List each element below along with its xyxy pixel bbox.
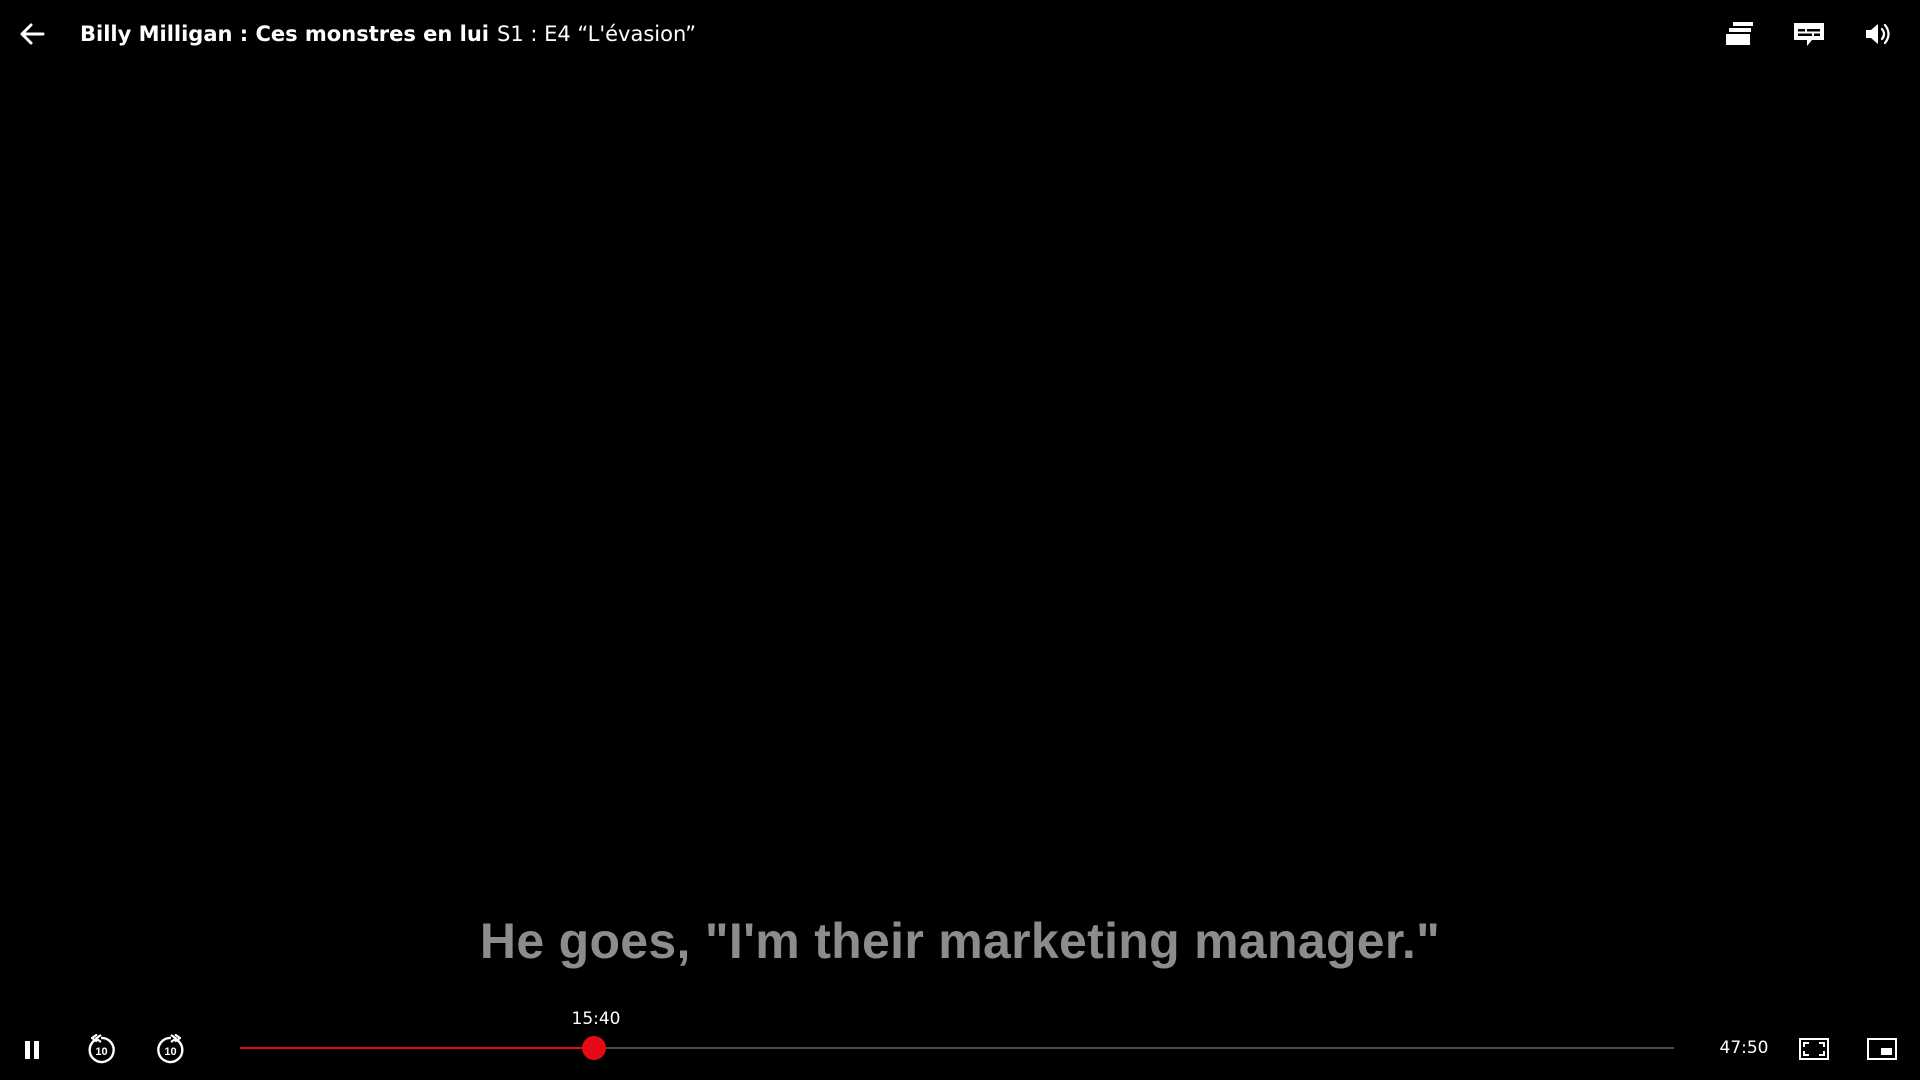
current-time-tooltip: 15:40 <box>571 1009 621 1029</box>
rewind-10-button[interactable]: 10 <box>81 1030 121 1070</box>
forward-seconds-label: 10 <box>164 1046 176 1058</box>
volume-icon <box>1866 23 1890 45</box>
picture-in-picture-icon <box>1867 1038 1897 1060</box>
episodes-icon <box>1726 22 1753 45</box>
subtitles-icon <box>1794 23 1824 46</box>
video-player[interactable]: Billy Milligan : Ces monstres en lui S1 … <box>0 0 1920 1080</box>
volume-button[interactable] <box>1858 14 1898 54</box>
progress-bar[interactable] <box>240 1036 1674 1060</box>
show-title: Billy Milligan : Ces monstres en lui <box>80 22 489 46</box>
pause-icon <box>25 1041 39 1059</box>
fullscreen-icon <box>1799 1038 1829 1060</box>
pause-button[interactable] <box>12 1030 52 1070</box>
episodes-button[interactable] <box>1720 14 1760 54</box>
subtitle-text: He goes, "I'm their marketing manager." <box>479 913 1441 969</box>
rewind-10-icon: 10 <box>88 1034 115 1064</box>
progress-handle[interactable] <box>582 1036 606 1060</box>
subtitles-button[interactable] <box>1789 14 1829 54</box>
back-arrow-icon <box>20 23 45 45</box>
top-bar: Billy Milligan : Ces monstres en lui S1 … <box>0 0 1920 68</box>
bottom-controls: 10 10 <box>0 1000 1920 1080</box>
episode-info: S1 : E4 “L'évasion” <box>497 22 697 46</box>
back-button[interactable] <box>14 16 50 52</box>
title-bar: Billy Milligan : Ces monstres en lui S1 … <box>80 18 696 50</box>
picture-in-picture-button[interactable] <box>1862 1029 1902 1069</box>
top-right-controls <box>1720 14 1920 54</box>
forward-10-button[interactable]: 10 <box>151 1030 191 1070</box>
rewind-seconds-label: 10 <box>95 1046 107 1058</box>
forward-10-icon: 10 <box>157 1034 184 1064</box>
progress-fill <box>240 1047 594 1049</box>
fullscreen-button[interactable] <box>1794 1029 1834 1069</box>
remaining-time: 47:50 <box>1719 1038 1769 1058</box>
